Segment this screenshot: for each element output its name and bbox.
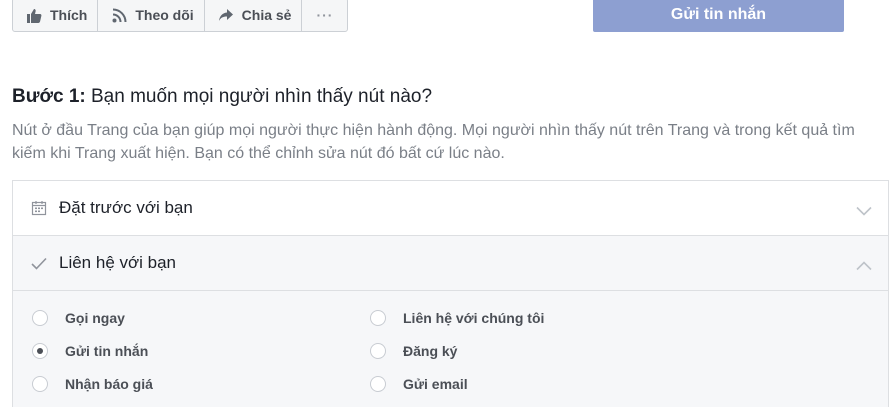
checkmark-icon xyxy=(30,254,48,272)
send-message-button[interactable]: Gửi tin nhắn xyxy=(593,0,844,32)
option-send-email[interactable]: Gửi email xyxy=(370,376,468,392)
option-send-email-label: Gửi email xyxy=(403,376,468,392)
option-call-now[interactable]: Gọi ngay xyxy=(32,310,125,326)
chevron-down-icon xyxy=(856,203,872,216)
step-title: Bước 1: Bạn muốn mọi người nhìn thấy nút… xyxy=(12,86,432,108)
option-sign-up[interactable]: Đăng ký xyxy=(370,343,457,359)
section-contact-you[interactable]: Liên hệ với bạn xyxy=(13,236,888,291)
chevron-up-icon xyxy=(856,258,872,271)
option-get-quote-label: Nhận báo giá xyxy=(65,376,153,392)
radio-call-now[interactable] xyxy=(32,310,48,326)
radio-send-email[interactable] xyxy=(370,376,386,392)
contact-options: Gọi ngay Gửi tin nhắn Nhận báo giá Liên … xyxy=(13,291,888,407)
option-sign-up-label: Đăng ký xyxy=(403,343,458,359)
share-label: Chia sẻ xyxy=(241,7,292,23)
step-description: Nút ở đầu Trang của bạn giúp mọi người t… xyxy=(12,122,855,162)
more-options-button[interactable]: ··· xyxy=(302,0,347,31)
option-send-message[interactable]: Gửi tin nhắn xyxy=(32,343,148,359)
section-book-with-you[interactable]: Đặt trước với bạn xyxy=(13,181,888,236)
radio-send-message[interactable] xyxy=(32,343,48,359)
option-call-now-label: Gọi ngay xyxy=(65,310,125,326)
button-type-accordion: Đặt trước với bạn Liên hệ với bạn Gọi ng… xyxy=(12,180,889,407)
share-arrow-icon xyxy=(217,7,235,23)
option-send-message-label: Gửi tin nhắn xyxy=(65,343,149,359)
like-button[interactable]: Thích xyxy=(13,0,99,31)
option-contact-us-label: Liên hệ với chúng tôi xyxy=(403,310,545,326)
calendar-icon xyxy=(30,199,48,217)
section-book-label: Đặt trước với bạn xyxy=(59,198,193,217)
like-label: Thích xyxy=(50,7,88,23)
follow-label: Theo dõi xyxy=(135,7,194,23)
radio-get-quote[interactable] xyxy=(32,376,48,392)
option-contact-us[interactable]: Liên hệ với chúng tôi xyxy=(370,310,544,326)
rss-icon xyxy=(110,7,128,23)
page-action-bar: Thích Theo dõi Chia sẻ ··· xyxy=(12,0,349,32)
thumbs-up-icon xyxy=(25,7,43,23)
follow-button[interactable]: Theo dõi xyxy=(98,0,205,31)
share-button[interactable]: Chia sẻ xyxy=(205,0,303,31)
section-contact-label: Liên hệ với bạn xyxy=(59,253,177,272)
more-dots-icon: ··· xyxy=(316,7,334,23)
option-get-quote[interactable]: Nhận báo giá xyxy=(32,376,153,392)
step-question: Bạn muốn mọi người nhìn thấy nút nào? xyxy=(85,86,433,107)
radio-contact-us[interactable] xyxy=(370,310,386,326)
radio-sign-up[interactable] xyxy=(370,343,386,359)
step-number: Bước 1: xyxy=(12,86,86,107)
